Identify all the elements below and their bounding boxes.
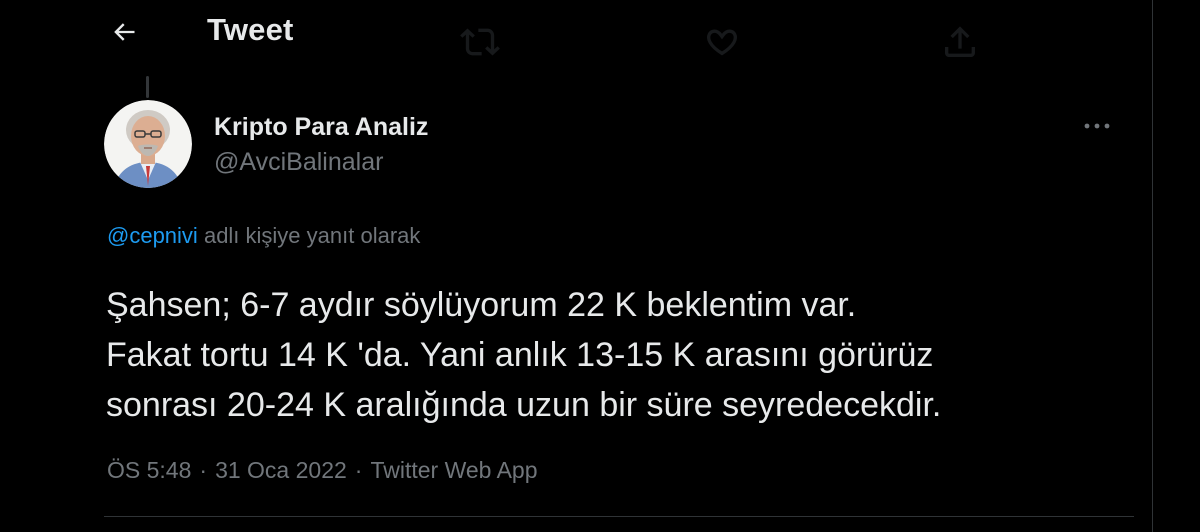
arrow-left-icon: [110, 18, 138, 46]
tweet-author: Kripto Para Analiz @AvciBalinalar: [104, 100, 1134, 190]
reply-context: @cepnivi adlı kişiye yanıt olarak: [107, 223, 420, 249]
avatar[interactable]: [104, 100, 192, 188]
tweet-metadata: ÖS 5:48 · 31 Oca 2022 · Twitter Web App: [107, 457, 538, 484]
author-handle[interactable]: @AvciBalinalar: [214, 148, 383, 177]
page-header: Tweet: [0, 0, 1152, 64]
tweet-text-line: Fakat tortu 14 K 'da. Yani anlık 13-15 K…: [106, 336, 934, 374]
back-button[interactable]: [104, 12, 144, 52]
more-options-button[interactable]: [1079, 114, 1115, 138]
tweet-time[interactable]: ÖS 5:48: [107, 457, 191, 483]
divider: [104, 516, 1134, 517]
thread-connector-line: [146, 76, 149, 98]
tweet-text-line: sonrası 20-24 K aralığında uzun bir süre…: [106, 386, 942, 424]
reply-context-text: adlı kişiye yanıt olarak: [203, 223, 421, 248]
tweet-text: Şahsen; 6-7 aydır söylüyorum 22 K beklen…: [106, 280, 1146, 430]
page-title: Tweet: [207, 12, 294, 47]
more-horizontal-icon: [1082, 121, 1112, 131]
tweet-source[interactable]: Twitter Web App: [370, 457, 537, 483]
meta-separator: ·: [354, 457, 363, 483]
tweet-date[interactable]: 31 Oca 2022: [215, 457, 347, 483]
meta-separator: ·: [199, 457, 208, 483]
column-border: [1152, 0, 1153, 532]
author-display-name[interactable]: Kripto Para Analiz: [214, 113, 428, 142]
reply-mention-link[interactable]: @cepnivi: [107, 223, 198, 248]
tweet-text-line: Şahsen; 6-7 aydır söylüyorum 22 K beklen…: [106, 286, 857, 324]
